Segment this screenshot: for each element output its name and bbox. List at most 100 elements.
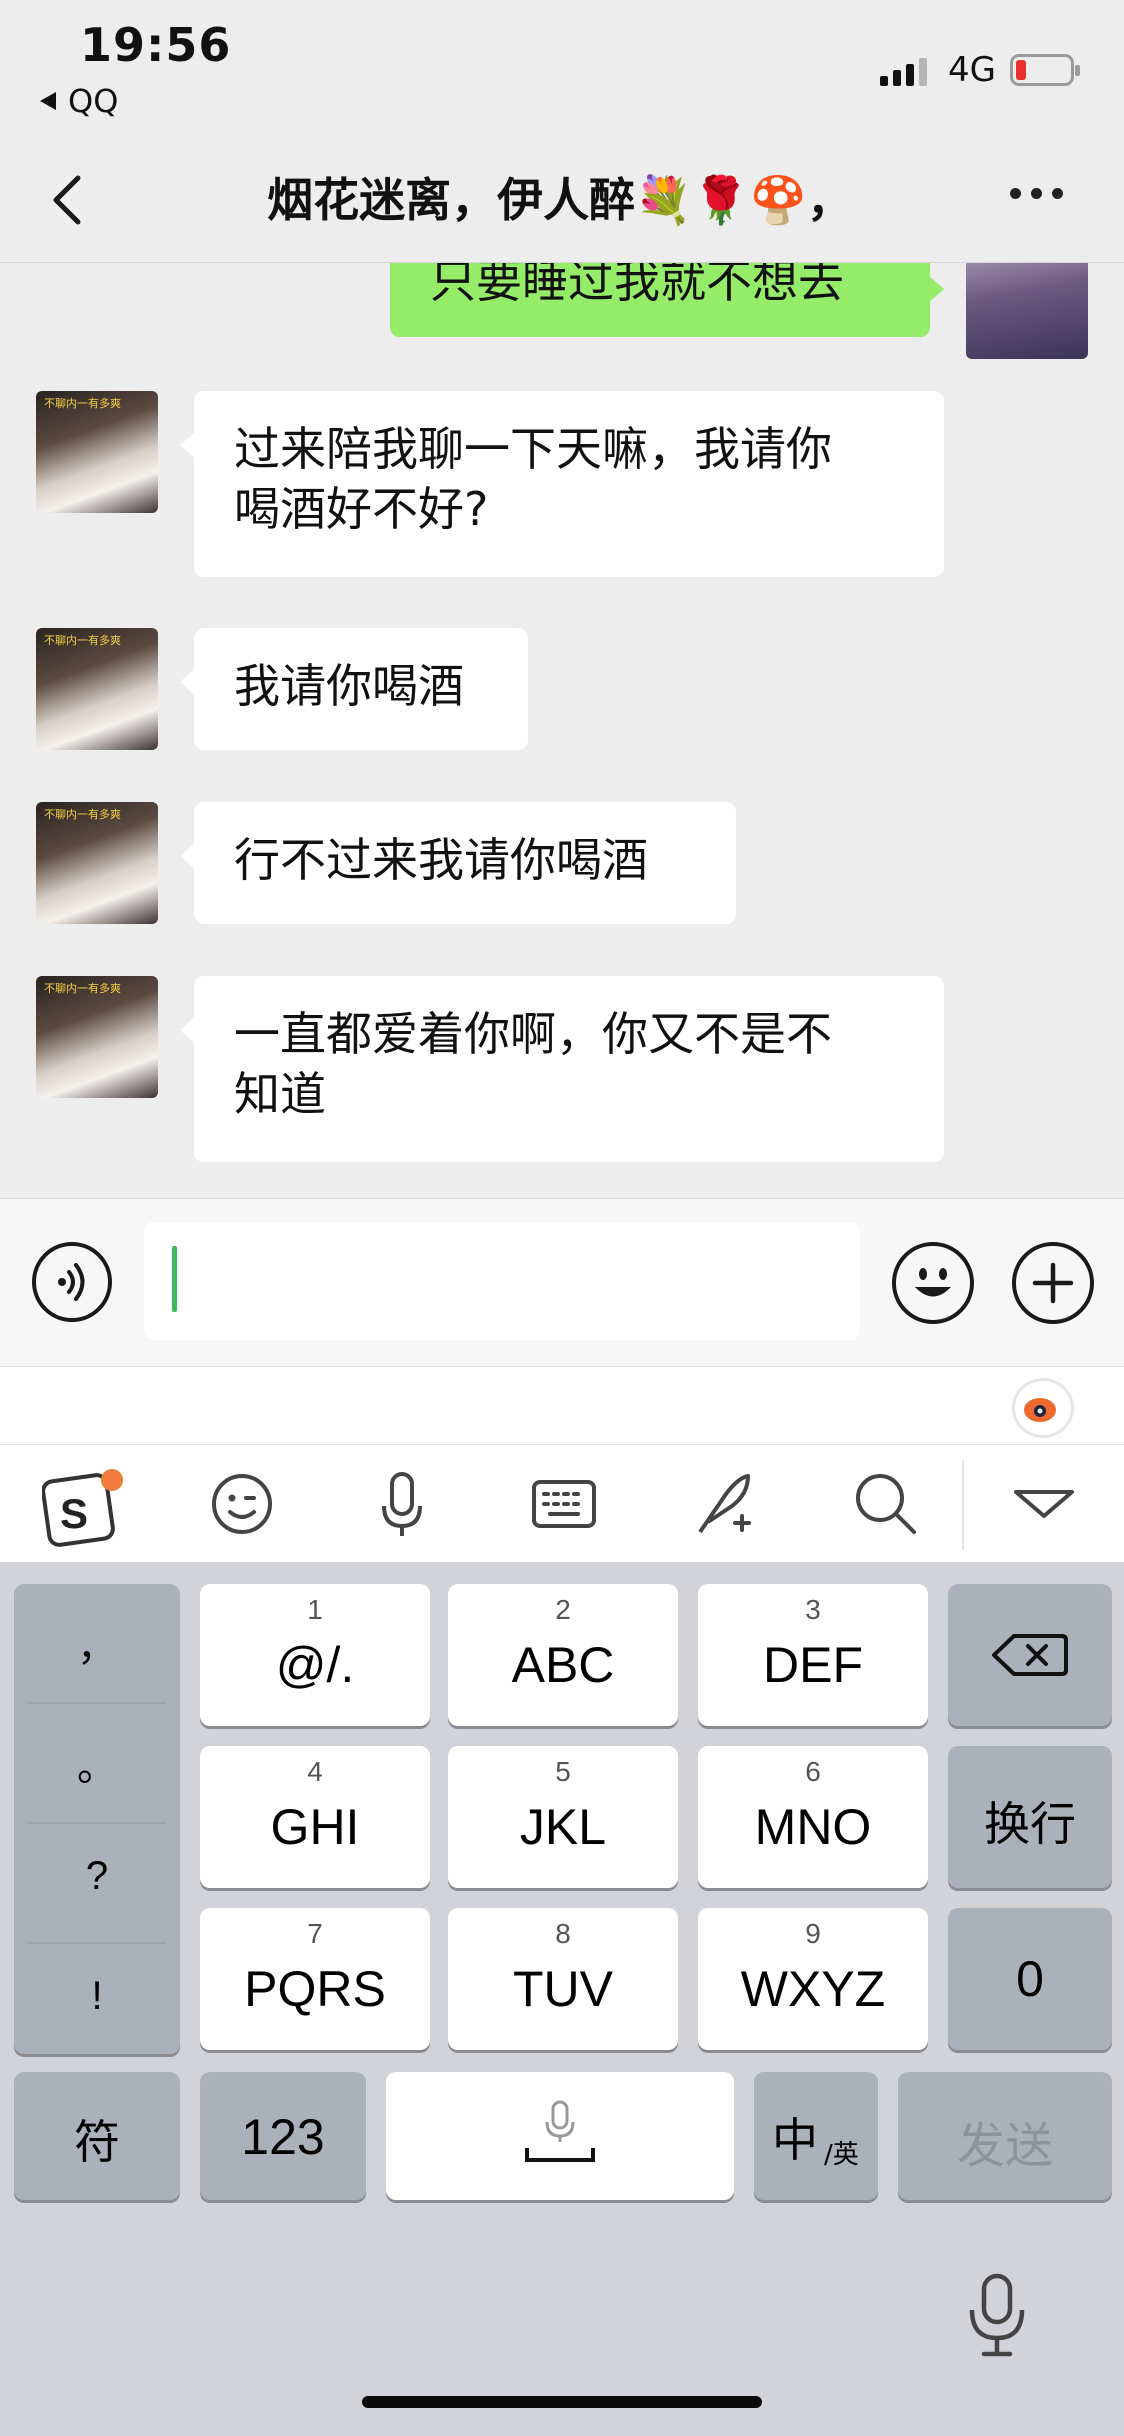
backspace-key[interactable] — [948, 1584, 1112, 1726]
collapse-icon[interactable] — [1006, 1466, 1082, 1542]
key-number: 8 — [555, 1918, 571, 1949]
dictation-icon — [525, 2100, 595, 2162]
key-8[interactable]: 8 TUV — [448, 1908, 678, 2050]
key-2[interactable]: 2 ABC — [448, 1584, 678, 1726]
key-1[interactable]: 1 @/. — [200, 1584, 430, 1726]
back-chevron-icon — [53, 175, 81, 225]
lang-main-label: 中 — [772, 2113, 818, 2167]
voice-icon — [58, 1263, 85, 1301]
svg-text:S: S — [60, 1490, 88, 1537]
contact-avatar[interactable]: 不聊内一有多爽 — [36, 976, 158, 1098]
key-7[interactable]: 7 PQRS — [200, 1908, 430, 2050]
numeric-key[interactable]: 123 — [200, 2072, 366, 2200]
key-6[interactable]: 6 MNO — [698, 1746, 928, 1888]
key-label: DEF — [763, 1637, 863, 1693]
message-line: 我请你喝酒 — [234, 659, 464, 713]
handwriting-icon[interactable] — [686, 1466, 762, 1542]
back-button[interactable] — [40, 170, 100, 230]
bubble-tail — [928, 275, 944, 303]
punctuation-key[interactable]: ! — [14, 1974, 180, 2019]
divider — [28, 1942, 166, 1944]
toolbar-divider — [962, 1460, 964, 1550]
incoming-message-bubble[interactable]: 一直都爱着你啊，你又不是不 知道 — [180, 976, 944, 1162]
chat-title: 烟花迷离，伊人醉💐🌹🍄， — [267, 173, 853, 227]
key-label: PQRS — [244, 1961, 386, 2017]
signal-strength-icon — [880, 56, 928, 86]
ime-candidate-bar — [0, 1366, 1124, 1445]
punctuation-key[interactable]: 。 — [14, 1734, 180, 1792]
ime-mascot-icon[interactable] — [1012, 1378, 1074, 1438]
status-time: 19:56 — [80, 18, 232, 72]
network-type: 4G — [948, 50, 996, 90]
key-label: JKL — [519, 1799, 607, 1855]
key-number: 1 — [307, 1594, 323, 1625]
key-4[interactable]: 4 GHI — [200, 1746, 430, 1888]
key-label: 0 — [1016, 1951, 1044, 2007]
back-to-app-link[interactable]: QQ — [38, 82, 118, 120]
message-text: 只要睡过我就不想去 — [430, 263, 844, 308]
key-number: 6 — [805, 1756, 821, 1787]
incoming-message-bubble[interactable]: 行不过来我请你喝酒 — [180, 802, 736, 924]
punctuation-key[interactable]: ? — [14, 1854, 180, 1899]
language-switch-key[interactable]: 中 /英 — [754, 2072, 878, 2200]
space-key[interactable] — [386, 2072, 734, 2200]
key-number: 5 — [555, 1756, 571, 1787]
sogou-logo-icon[interactable]: S — [41, 1466, 123, 1547]
incoming-message-bubble[interactable]: 过来陪我聊一下天嘛，我请你 喝酒好不好? — [180, 391, 944, 577]
divider — [28, 1822, 166, 1824]
home-indicator[interactable] — [362, 2396, 762, 2408]
contact-avatar[interactable]: 不聊内一有多爽 — [36, 628, 158, 750]
send-key[interactable]: 发送 — [898, 2072, 1112, 2200]
key-label: MNO — [754, 1799, 872, 1855]
key-label: @/. — [275, 1637, 355, 1693]
smile-icon[interactable] — [204, 1466, 280, 1542]
divider — [28, 1702, 166, 1704]
keyboard-icon[interactable] — [526, 1466, 602, 1542]
message-input[interactable] — [144, 1222, 860, 1340]
key-label: 123 — [241, 2109, 325, 2165]
key-9[interactable]: 9 WXYZ — [698, 1908, 928, 2050]
key-number: 7 — [307, 1918, 323, 1949]
back-app-label: QQ — [68, 82, 119, 120]
incoming-message-bubble[interactable]: 我请你喝酒 — [180, 628, 528, 750]
outgoing-message-bubble[interactable]: 只要睡过我就不想去 — [390, 263, 930, 337]
my-avatar[interactable] — [966, 263, 1088, 359]
back-triangle-icon — [40, 92, 56, 110]
text-caret — [172, 1246, 177, 1312]
avatar-caption: 不聊内一有多爽 — [44, 808, 121, 821]
key-label: ABC — [511, 1637, 615, 1693]
punctuation-key[interactable]: ， — [14, 1614, 180, 1672]
punctuation-column[interactable]: ， 。 ? ! — [14, 1584, 180, 2054]
key-number: 3 — [805, 1594, 821, 1625]
key-label: 换行 — [984, 1797, 1076, 1851]
key-label: 符 — [74, 2115, 120, 2169]
avatar-caption: 不聊内一有多爽 — [44, 634, 121, 647]
message-list[interactable]: 只要睡过我就不想去 不聊内一有多爽 过来陪我聊一下天嘛，我请你 喝酒好不好? 不… — [0, 263, 1124, 1198]
message-line: 行不过来我请你喝酒 — [234, 833, 648, 887]
contact-avatar[interactable]: 不聊内一有多爽 — [36, 391, 158, 513]
key-0[interactable]: 0 — [948, 1908, 1112, 2050]
lang-sub-label: /英 — [824, 2140, 859, 2170]
emoji-button[interactable] — [892, 1242, 974, 1324]
key-label: WXYZ — [740, 1961, 886, 2017]
battery-icon — [1010, 54, 1080, 86]
dictation-microphone-icon[interactable] — [962, 2270, 1032, 2360]
key-label: TUV — [513, 1961, 613, 2017]
key-number: 9 — [805, 1918, 821, 1949]
key-5[interactable]: 5 JKL — [448, 1746, 678, 1888]
avatar-caption: 不聊内一有多爽 — [44, 982, 121, 995]
search-icon[interactable] — [848, 1466, 924, 1542]
newline-key[interactable]: 换行 — [948, 1746, 1112, 1888]
key-label: GHI — [270, 1799, 360, 1855]
key-label: 发送 — [956, 2118, 1053, 2174]
avatar-caption: 不聊内一有多爽 — [44, 397, 121, 410]
more-functions-button[interactable] — [1012, 1242, 1094, 1324]
key-3[interactable]: 3 DEF — [698, 1584, 928, 1726]
emoji-icon — [915, 1268, 951, 1297]
more-icon[interactable] — [1010, 188, 1063, 199]
voice-input-button[interactable] — [32, 1242, 112, 1322]
contact-avatar[interactable]: 不聊内一有多爽 — [36, 802, 158, 924]
microphone-icon[interactable] — [364, 1466, 440, 1542]
symbol-key[interactable]: 符 — [14, 2072, 180, 2200]
message-line: 知道 — [234, 1067, 326, 1121]
